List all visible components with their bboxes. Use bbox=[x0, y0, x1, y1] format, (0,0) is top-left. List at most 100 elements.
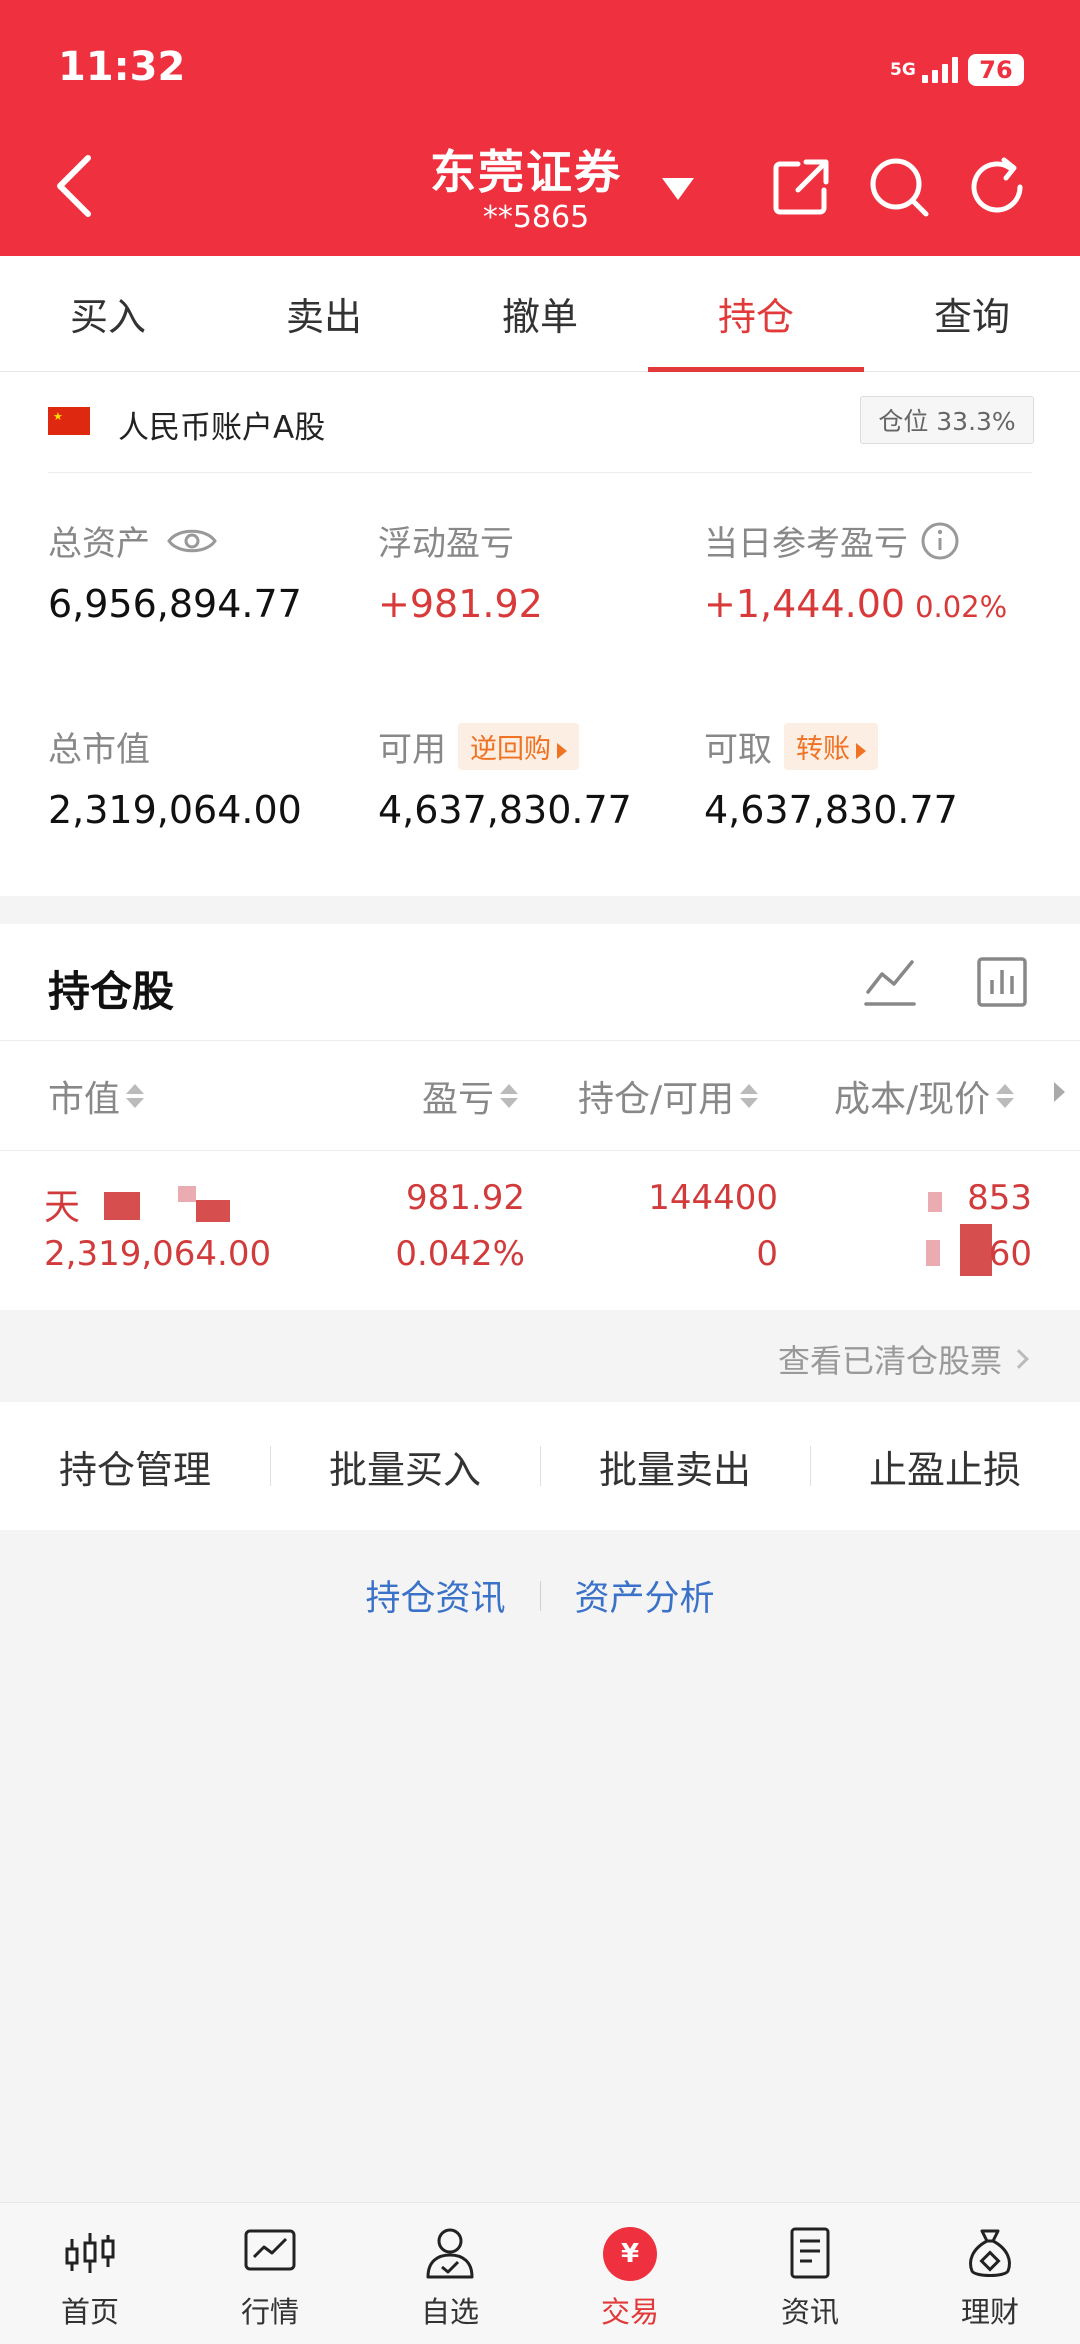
floating-pnl-value: +981.92 bbox=[378, 582, 543, 626]
nav-home-label: 首页 bbox=[60, 2295, 119, 2329]
total-assets-label-text: 总资产 bbox=[48, 524, 150, 564]
holding-available: 0 bbox=[756, 1234, 778, 1274]
redacted-block bbox=[928, 1192, 942, 1212]
holding-news-link[interactable]: 持仓资讯 bbox=[365, 1570, 505, 1621]
cleared-stocks-bar: 查看已清仓股票 bbox=[0, 1310, 1080, 1402]
holding-pnl: 981.92 bbox=[406, 1178, 525, 1218]
nav-market-label: 行情 bbox=[240, 2295, 299, 2329]
column-pnl-label: 盈亏 bbox=[422, 1079, 495, 1120]
total-assets-value: 6,956,894.77 bbox=[48, 582, 302, 626]
scroll-right-icon[interactable] bbox=[1054, 1082, 1065, 1102]
daily-pnl-value: +1,444.00 0.02% bbox=[704, 582, 1007, 626]
available-label: 可用 逆回购 bbox=[378, 722, 579, 771]
sort-icon bbox=[126, 1084, 145, 1108]
app-header: 11:32 5G 76 东莞证券 **5865 bbox=[0, 0, 1080, 256]
asset-analysis-link[interactable]: 资产分析 bbox=[575, 1570, 715, 1621]
nav-news-label: 资讯 bbox=[780, 2295, 839, 2329]
nav-news[interactable]: 资讯 bbox=[720, 2203, 900, 2344]
refresh-icon[interactable] bbox=[966, 154, 1032, 220]
column-cost-price[interactable]: 成本/现价 bbox=[834, 1070, 1015, 1122]
bar-chart-icon[interactable] bbox=[974, 954, 1030, 1010]
redacted-block bbox=[178, 1186, 196, 1202]
tab-cancel[interactable]: 撤单 bbox=[432, 256, 648, 371]
column-pnl[interactable]: 盈亏 bbox=[422, 1070, 519, 1122]
holding-quantity: 144400 bbox=[648, 1178, 778, 1218]
tab-buy[interactable]: 买入 bbox=[0, 256, 216, 371]
divider bbox=[0, 1040, 1080, 1041]
withdrawable-value: 4,637,830.77 bbox=[704, 788, 958, 832]
market-value: 2,319,064.00 bbox=[48, 788, 302, 832]
tab-sell[interactable]: 卖出 bbox=[216, 256, 432, 371]
withdrawable-label: 可取 转账 bbox=[704, 722, 878, 771]
batch-sell-button[interactable]: 批量卖出 bbox=[540, 1402, 810, 1530]
holding-management-button[interactable]: 持仓管理 bbox=[0, 1402, 270, 1530]
info-icon[interactable] bbox=[920, 521, 960, 561]
chart-line-icon bbox=[244, 2229, 296, 2271]
column-cost-price-label: 成本/现价 bbox=[834, 1079, 991, 1120]
divider bbox=[48, 472, 1032, 473]
info-links: 持仓资讯 资产分析 bbox=[0, 1570, 1080, 1621]
batch-buy-button[interactable]: 批量买入 bbox=[270, 1402, 540, 1530]
divider bbox=[539, 1580, 541, 1611]
transfer-label: 转账 bbox=[796, 734, 850, 765]
network-indicator: 5G bbox=[890, 60, 916, 80]
daily-pnl-label-text: 当日参考盈亏 bbox=[704, 524, 908, 564]
sort-icon bbox=[500, 1084, 519, 1108]
nav-watchlist[interactable]: 自选 bbox=[360, 2203, 540, 2344]
line-chart-icon[interactable] bbox=[862, 954, 918, 1010]
signal-icon bbox=[922, 57, 958, 83]
available-label-text: 可用 bbox=[378, 730, 446, 770]
dropdown-caret-icon[interactable] bbox=[660, 174, 696, 202]
nav-watchlist-label: 自选 bbox=[420, 2295, 479, 2329]
share-icon[interactable] bbox=[768, 154, 834, 220]
search-icon[interactable] bbox=[866, 154, 932, 220]
bottom-navigation: 首页 行情 自选 ¥ 交易 资讯 理财 bbox=[0, 2202, 1080, 2344]
column-market-value-label: 市值 bbox=[48, 1079, 121, 1120]
stock-name: 天 bbox=[44, 1187, 81, 1228]
daily-pnl-amount: +1,444.00 bbox=[704, 582, 906, 626]
triangle-right-icon bbox=[856, 742, 866, 759]
nav-market[interactable]: 行情 bbox=[180, 2203, 360, 2344]
floating-pnl-label: 浮动盈亏 bbox=[378, 524, 514, 564]
redacted-block bbox=[926, 1240, 940, 1266]
sort-icon bbox=[996, 1084, 1015, 1108]
nav-finance[interactable]: 理财 bbox=[900, 2203, 1080, 2344]
sort-icon bbox=[740, 1084, 759, 1108]
redacted-block bbox=[196, 1200, 230, 1222]
cleared-stocks-link[interactable]: 查看已清仓股票 bbox=[777, 1336, 1029, 1382]
reverse-repo-label: 逆回购 bbox=[470, 734, 551, 765]
triangle-right-icon bbox=[557, 742, 567, 759]
holdings-title: 持仓股 bbox=[48, 967, 175, 1016]
account-summary: ★ 人民币账户A股 仓位 33.3% 总资产 6,956,894.77 浮动盈亏… bbox=[0, 372, 1080, 896]
candlestick-icon bbox=[65, 2233, 115, 2273]
redacted-block bbox=[104, 1192, 140, 1220]
tab-holdings[interactable]: 持仓 bbox=[648, 256, 864, 372]
daily-pnl-percent: 0.02% bbox=[915, 590, 1008, 624]
money-bag-icon bbox=[969, 2229, 1011, 2277]
holding-market-value: 2,319,064.00 bbox=[44, 1234, 272, 1274]
daily-pnl-label: 当日参考盈亏 bbox=[704, 516, 960, 565]
available-value: 4,637,830.77 bbox=[378, 788, 632, 832]
transfer-tag[interactable]: 转账 bbox=[784, 723, 878, 770]
column-holding[interactable]: 持仓/可用 bbox=[578, 1070, 759, 1122]
document-icon bbox=[790, 2227, 830, 2279]
nav-finance-label: 理财 bbox=[960, 2295, 1019, 2329]
holding-cost: 853 bbox=[967, 1178, 1032, 1218]
tab-query[interactable]: 查询 bbox=[864, 256, 1080, 371]
cleared-stocks-label: 查看已清仓股票 bbox=[777, 1342, 1002, 1380]
china-flag-icon: ★ bbox=[48, 407, 90, 435]
reverse-repo-tag[interactable]: 逆回购 bbox=[458, 723, 579, 770]
account-type: 人民币账户A股 bbox=[118, 410, 326, 446]
broker-name[interactable]: 东莞证券 bbox=[430, 136, 622, 202]
column-holding-label: 持仓/可用 bbox=[578, 1079, 735, 1120]
eye-icon[interactable] bbox=[166, 524, 218, 558]
column-market-value[interactable]: 市值 bbox=[48, 1070, 145, 1122]
yen-icon: ¥ bbox=[603, 2227, 657, 2281]
withdrawable-label-text: 可取 bbox=[704, 730, 772, 770]
status-time: 11:32 bbox=[58, 44, 186, 90]
nav-trade[interactable]: ¥ 交易 bbox=[540, 2203, 720, 2344]
status-icons: 5G 76 bbox=[890, 50, 1024, 90]
take-profit-stop-loss-button[interactable]: 止盈止损 bbox=[810, 1402, 1080, 1530]
trade-tabs: 买入 卖出 撤单 持仓 查询 bbox=[0, 256, 1080, 372]
nav-home[interactable]: 首页 bbox=[0, 2203, 180, 2344]
